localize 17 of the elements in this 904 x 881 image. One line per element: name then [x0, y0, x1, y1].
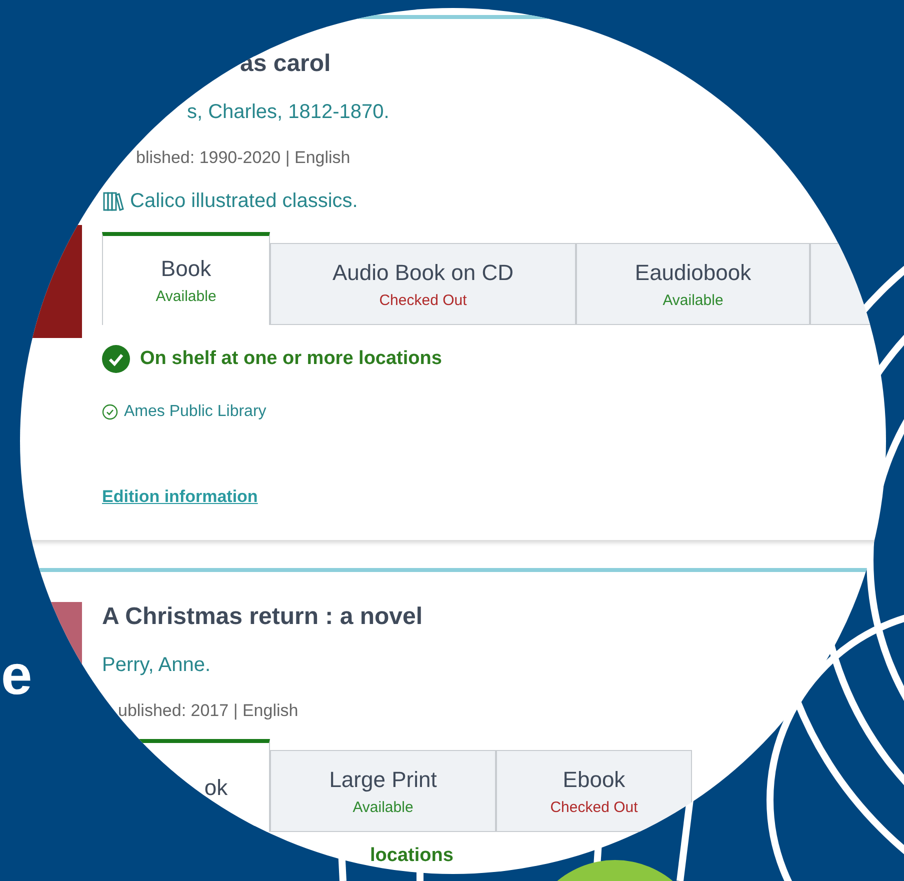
- author-link[interactable]: Perry, Anne.: [102, 652, 211, 678]
- availability-status: On shelf at one or more locations: [140, 347, 442, 371]
- publication-info: blished: 1990-2020 | English: [136, 147, 350, 169]
- book-title: A Christmas return : a novel: [102, 602, 423, 632]
- background-letter: e: [1, 645, 32, 705]
- books-icon: [102, 190, 124, 212]
- author-link[interactable]: s, Charles, 1812-1870.: [187, 99, 390, 125]
- series-link[interactable]: Calico illustrated classics.: [130, 188, 358, 214]
- format-tab[interactable]: Large Print Available: [270, 750, 496, 832]
- format-tab[interactable]: Book Available: [102, 232, 270, 325]
- library-location: Ames Public Library: [124, 402, 266, 422]
- format-tab[interactable]: Eaudiobook Available: [576, 243, 810, 325]
- availability-status: locations: [370, 844, 454, 868]
- check-circle-icon: [102, 404, 118, 420]
- format-tab[interactable]: Audio Book on CD Checked Out: [270, 243, 576, 325]
- publication-info: ublished: 2017 | English: [118, 700, 298, 722]
- format-tab[interactable]: Ebook Checked Out: [496, 750, 692, 832]
